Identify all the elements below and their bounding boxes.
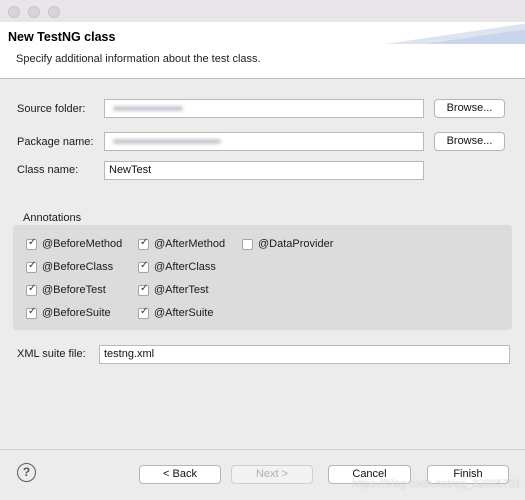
class-name-field[interactable]: NewTest	[104, 161, 424, 180]
xml-suite-file-label: XML suite file:	[17, 348, 86, 360]
class-name-label: Class name:	[17, 164, 79, 176]
checkbox-box[interactable]: ✓	[26, 283, 37, 296]
checkmark-icon: ✓	[28, 306, 37, 317]
checkbox-label: @DataProvider	[258, 238, 334, 250]
checkmark-icon: ✓	[28, 283, 37, 294]
checkbox-box[interactable]: ✓	[26, 237, 37, 250]
close-window-button[interactable]	[8, 6, 20, 18]
wizard-description: Specify additional information about the…	[16, 53, 261, 65]
header-banner-graphic	[385, 23, 525, 44]
checkbox-box[interactable]: ✓	[26, 260, 37, 273]
browse-package-button[interactable]: Browse...	[434, 132, 505, 151]
package-name-field[interactable]	[104, 132, 424, 151]
checkbox-box[interactable]	[242, 239, 253, 250]
source-folder-label: Source folder:	[17, 103, 86, 115]
checkbox-box[interactable]: ✓	[138, 237, 149, 250]
zoom-window-button[interactable]	[48, 6, 60, 18]
checkbox-box[interactable]: ✓	[138, 306, 149, 319]
browse-source-folder-button[interactable]: Browse...	[434, 99, 505, 118]
checkbox-label: @AfterMethod	[154, 238, 226, 250]
checkbox-label: @BeforeTest	[42, 284, 106, 296]
checkmark-icon: ✓	[140, 260, 149, 271]
redacted-text	[113, 139, 221, 144]
checkmark-icon: ✓	[28, 260, 37, 271]
annotations-group-title: Annotations	[23, 212, 82, 224]
checkmark-icon: ✓	[140, 237, 149, 248]
package-name-label: Package name:	[17, 136, 94, 148]
back-button[interactable]: < Back	[139, 465, 221, 484]
checkbox-label: @BeforeMethod	[42, 238, 123, 250]
checkbox-box[interactable]: ✓	[26, 306, 37, 319]
redacted-text	[113, 106, 183, 111]
checkbox-label: @BeforeClass	[42, 261, 114, 273]
checkbox-label: @AfterSuite	[154, 307, 214, 319]
checkbox-box[interactable]: ✓	[138, 260, 149, 273]
next-button[interactable]: Next >	[231, 465, 313, 484]
help-icon[interactable]: ?	[17, 463, 36, 482]
wizard-header: New TestNG class Specify additional info…	[0, 22, 525, 79]
checkmark-icon: ✓	[140, 306, 149, 317]
checkbox-label: @BeforeSuite	[42, 307, 111, 319]
minimize-window-button[interactable]	[28, 6, 40, 18]
checkmark-icon: ✓	[140, 283, 149, 294]
source-folder-field[interactable]	[104, 99, 424, 118]
watermark: https://blog.csdn.net/qq_32805701	[352, 478, 521, 490]
checkmark-icon: ✓	[28, 237, 37, 248]
xml-suite-file-field[interactable]: testng.xml	[99, 345, 510, 364]
window-titlebar	[0, 0, 525, 23]
wizard-title: New TestNG class	[8, 30, 116, 44]
checkbox-label: @AfterClass	[154, 261, 216, 273]
checkbox-box[interactable]: ✓	[138, 283, 149, 296]
footer-separator	[0, 449, 525, 450]
checkbox-label: @AfterTest	[154, 284, 209, 296]
